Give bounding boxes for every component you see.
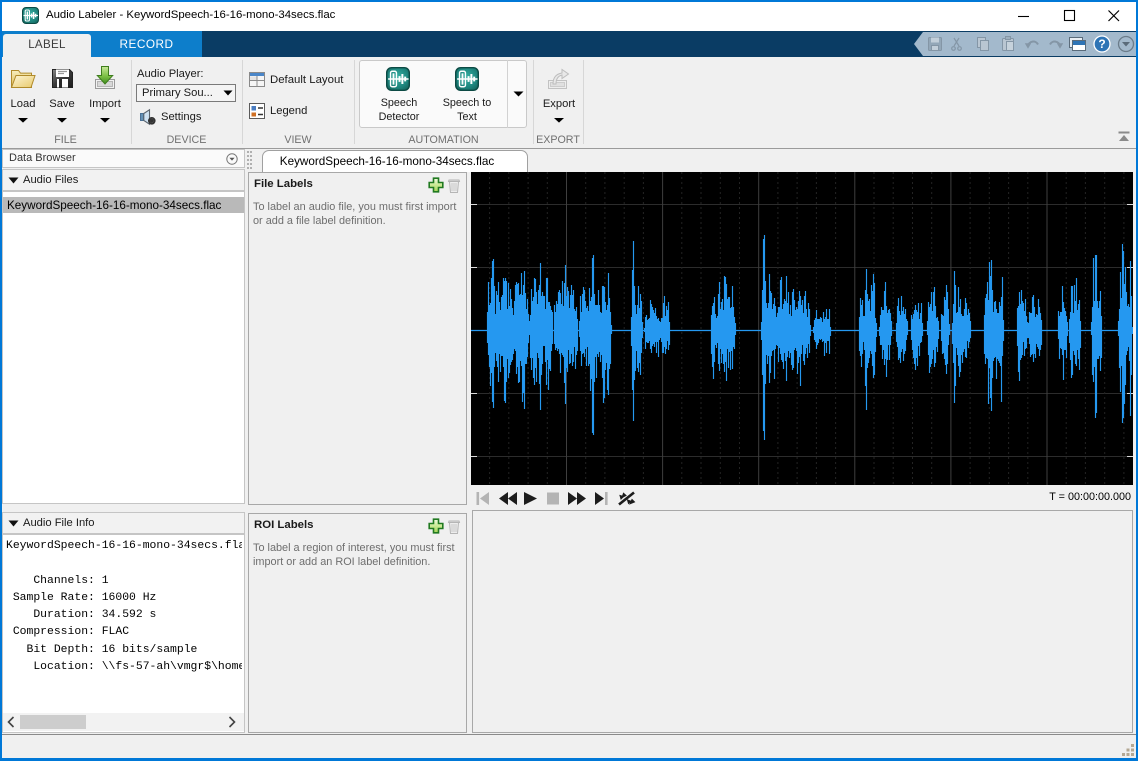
svg-text:?: ? xyxy=(1098,37,1105,51)
